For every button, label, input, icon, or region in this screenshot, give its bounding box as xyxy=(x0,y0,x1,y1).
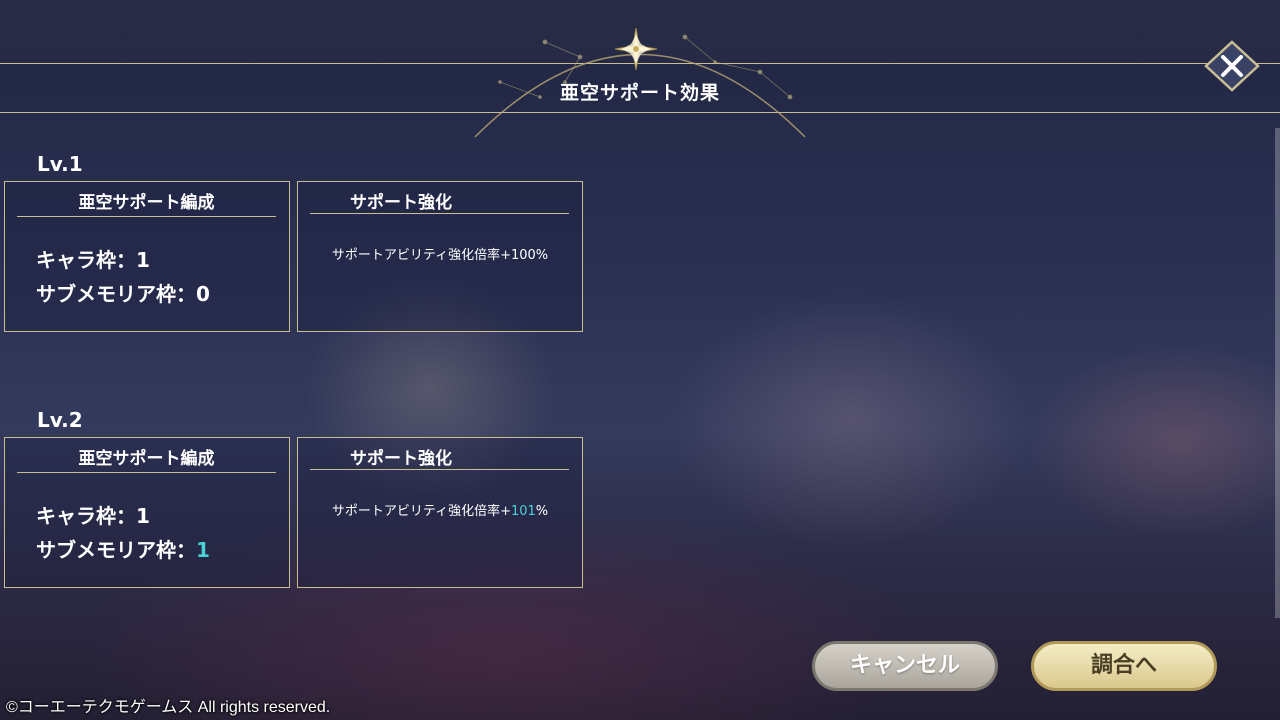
chara-slot-line: キャラ枠：1 xyxy=(36,248,150,272)
formation-panel: 亜空サポート編成 キャラ枠：1 サブメモリア枠：0 xyxy=(4,181,290,332)
formation-heading: 亜空サポート編成 xyxy=(17,192,276,217)
close-icon xyxy=(1204,40,1260,92)
support-rate-value: 101 xyxy=(510,504,536,519)
close-button[interactable] xyxy=(1200,38,1264,94)
memoria-slot-line: サブメモリア枠：0 xyxy=(36,282,210,306)
dialog-title: 亜空サポート効果 xyxy=(559,82,720,104)
scrollbar[interactable] xyxy=(1275,128,1280,618)
formation-heading: 亜空サポート編成 xyxy=(17,448,276,473)
support-panel: サポート強化 サポートアビリティ強化倍率+100% xyxy=(297,181,583,332)
star-compass-icon xyxy=(615,28,657,70)
go-to-synthesis-button[interactable]: 調合へ xyxy=(1031,641,1217,691)
formation-panel: 亜空サポート編成 キャラ枠：1 サブメモリア枠：1 xyxy=(4,437,290,588)
support-heading: サポート強化 xyxy=(310,192,569,214)
support-rate-text: サポートアビリティ強化倍率+100% xyxy=(331,248,549,263)
cancel-button[interactable]: キャンセル xyxy=(812,641,998,691)
level-label: Lv.2 xyxy=(37,408,83,432)
level-label: Lv.1 xyxy=(37,152,83,176)
support-heading: サポート強化 xyxy=(310,448,569,470)
chara-slot-line: キャラ枠：1 xyxy=(36,504,150,528)
memoria-slot-value: 1 xyxy=(196,538,210,562)
support-panel: サポート強化 サポートアビリティ強化倍率+101% xyxy=(297,437,583,588)
copyright-text: ©コーエーテクモゲームス All rights reserved. xyxy=(6,699,331,716)
memoria-slot-line: サブメモリア枠：1 xyxy=(36,538,210,562)
support-rate-text: サポートアビリティ強化倍率+101% xyxy=(331,504,549,519)
